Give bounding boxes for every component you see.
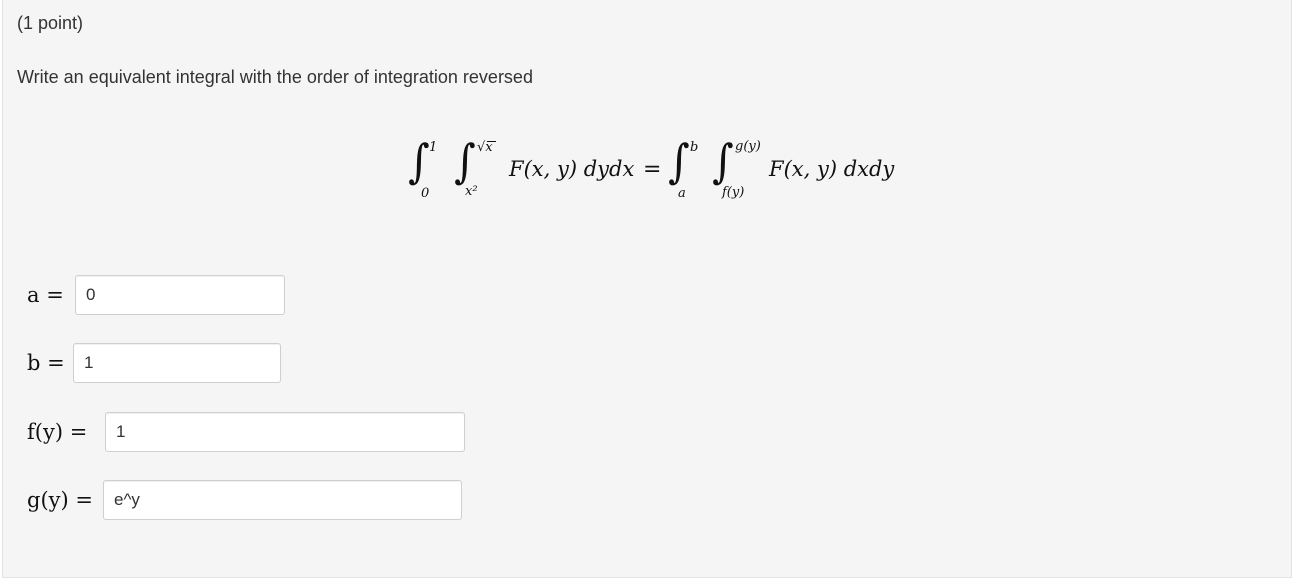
rhs-outer-upper: b xyxy=(690,140,699,155)
integral-sign-icon: ∫ xyxy=(668,134,690,188)
integral-sign-icon: ∫ xyxy=(454,134,476,188)
lhs-inner-upper: x xyxy=(485,140,493,155)
integral-equation: ∫ 1 0 ∫ √x x² F(x, y) dydx = ∫ b a ∫ g(y… xyxy=(407,130,907,210)
rhs-inner-lower: f(y) xyxy=(722,185,745,200)
answer-label-g: g(y) = xyxy=(27,488,93,512)
integral-sign-icon: ∫ xyxy=(408,134,430,188)
problem-panel: (1 point) Write an equivalent integral w… xyxy=(2,0,1292,578)
answer-label-a: a = xyxy=(27,283,64,307)
answer-label-f: f(y) = xyxy=(27,420,88,444)
rhs-inner-upper: g(y) xyxy=(735,139,761,154)
lhs-outer-lower: 0 xyxy=(421,186,430,201)
answer-input-b[interactable] xyxy=(73,343,281,383)
sqrt-bar xyxy=(487,141,496,142)
answer-label-b: b = xyxy=(27,351,65,375)
equals-sign: = xyxy=(643,157,662,182)
rhs-outer-lower: a xyxy=(678,186,686,201)
lhs-inner-upper-sqrt: √x xyxy=(477,140,493,155)
lhs-integrand: F(x, y) dydx xyxy=(509,157,635,181)
question-text: Write an equivalent integral with the or… xyxy=(17,67,533,87)
points-label: (1 point) xyxy=(17,13,84,33)
answer-input-g[interactable] xyxy=(103,480,462,520)
integral-sign-icon: ∫ xyxy=(712,134,734,188)
answer-input-a[interactable] xyxy=(75,275,285,315)
lhs-outer-upper: 1 xyxy=(429,140,438,155)
rhs-integrand: F(x, y) dxdy xyxy=(769,157,895,181)
answer-input-f[interactable] xyxy=(105,412,465,452)
lhs-inner-lower: x² xyxy=(465,184,478,199)
